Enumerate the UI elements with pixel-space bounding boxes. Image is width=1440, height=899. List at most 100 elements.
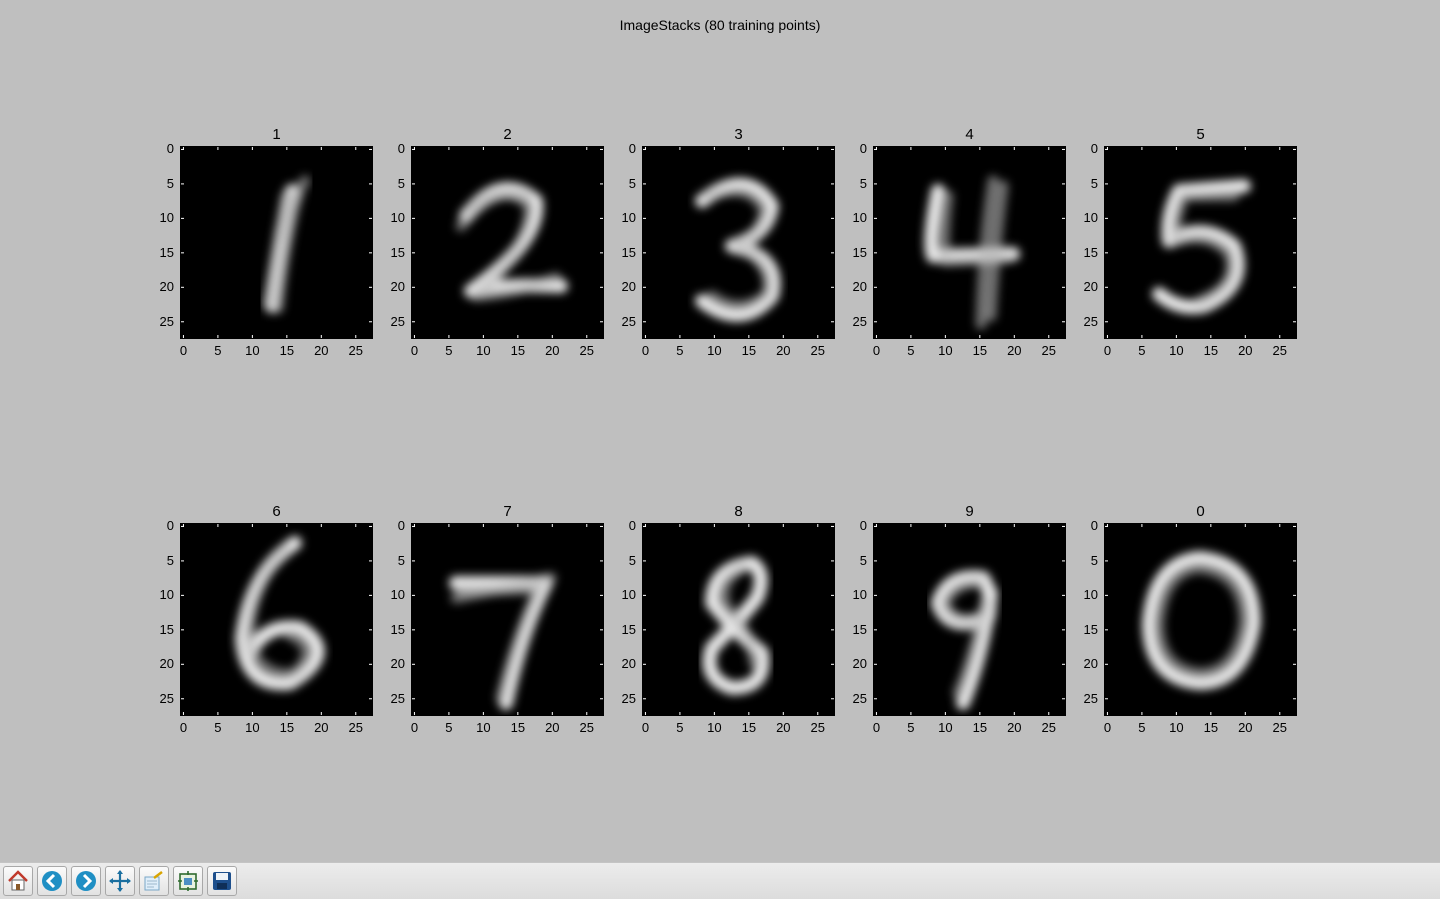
pan-button[interactable] [105,866,135,896]
y-tick-label: 20 [159,656,174,672]
x-tick-label: 0 [179,343,188,358]
subplot-digit-4: 4 0 5 10 15 20 25 0 5 10 15 20 25 [853,126,1066,358]
digit-image-0 [1104,523,1297,716]
x-tick-label: 10 [476,343,491,358]
digit-image-4 [873,146,1066,339]
subplot-digit-0: 0 0 5 10 15 20 25 0 5 10 15 20 25 [1084,503,1297,735]
subplot-title: 4 [965,126,974,143]
y-tick-label: 25 [159,313,174,329]
y-tick-label: 0 [859,518,867,534]
x-tick-label: 25 [1272,343,1287,358]
y-tick-label: 20 [852,656,867,672]
x-tick-label: 20 [1007,343,1022,358]
x-tick-label: 25 [810,343,825,358]
y-tick-label: 15 [852,621,867,637]
x-tick-label: 20 [1007,720,1022,735]
x-tick-label: 15 [972,343,988,358]
y-tick-label: 25 [852,690,867,706]
y-tick-label: 25 [621,313,636,329]
x-tick-label: 10 [1169,720,1184,735]
x-tick-label: 5 [1138,720,1146,735]
y-tick-label: 0 [397,518,405,534]
y-tick-label: 5 [859,175,867,191]
y-tick-label: 20 [621,656,636,672]
figure-title: ImageStacks (80 training points) [619,17,821,33]
x-tick-label: 15 [279,720,295,735]
y-tick-label: 15 [390,621,405,637]
x-tick-label: 5 [214,343,222,358]
x-tick-label: 25 [579,343,594,358]
y-tick-label: 10 [621,210,636,226]
subplot-digit-9: 9 0 5 10 15 20 25 0 5 10 15 20 25 [853,503,1066,735]
x-tick-label: 0 [641,720,650,735]
home-icon [8,870,28,891]
x-tick-label: 0 [179,720,188,735]
save-icon [213,872,231,890]
save-button[interactable] [207,866,237,896]
y-tick-label: 25 [852,313,867,329]
x-tick-label: 25 [810,720,825,735]
subplot-title: 9 [965,503,974,520]
y-tick-label: 10 [1083,587,1098,603]
x-tick-label: 20 [776,720,791,735]
digit-image-9 [873,523,1066,716]
y-tick-label: 0 [1090,518,1098,534]
digit-image-1 [180,146,373,339]
x-tick-label: 20 [1238,720,1253,735]
navigation-toolbar [0,862,1440,899]
x-tick-label: 25 [1041,343,1056,358]
image-background [411,146,604,339]
x-tick-label: 5 [907,720,915,735]
back-arrow-icon [42,871,62,891]
y-tick-label: 5 [628,552,636,568]
x-tick-label: 25 [579,720,594,735]
y-tick-label: 0 [628,518,636,534]
x-tick-label: 10 [707,720,722,735]
zoom-button[interactable] [139,866,169,896]
y-tick-label: 5 [166,552,174,568]
digit-image-5 [1104,146,1297,339]
x-tick-label: 0 [641,343,650,358]
x-tick-label: 0 [410,343,419,358]
home-button[interactable] [3,866,33,896]
forward-button[interactable] [71,866,101,896]
x-tick-label: 5 [907,343,915,358]
y-tick-label: 5 [1090,175,1098,191]
subplot-digit-2: 2 0 5 10 15 20 25 0 5 10 15 20 25 [391,126,604,358]
zoom-icon [144,871,163,891]
x-tick-label: 15 [510,720,526,735]
x-tick-label: 0 [872,720,881,735]
x-tick-label: 20 [545,720,560,735]
y-tick-label: 0 [397,141,405,157]
x-tick-label: 15 [741,343,757,358]
y-tick-label: 10 [621,587,636,603]
y-tick-label: 5 [1090,552,1098,568]
figure-canvas: ImageStacks (80 training points) 1 0 5 10 15… [0,0,1440,862]
subplot-title: 0 [1196,503,1205,520]
digit-image-8 [642,523,835,716]
y-tick-label: 5 [397,552,405,568]
subplot-title: 8 [734,503,743,520]
x-tick-label: 10 [245,343,260,358]
x-tick-label: 25 [1041,720,1056,735]
y-tick-label: 25 [159,690,174,706]
y-tick-label: 25 [1083,313,1098,329]
subplot-digit-1: 1 0 5 10 15 20 25 0 5 10 15 20 25 [160,126,373,358]
back-button[interactable] [37,866,67,896]
subplot-digit-8: 8 0 5 10 15 20 25 0 5 10 15 20 25 [622,503,835,735]
y-tick-label: 0 [859,141,867,157]
subplots-button[interactable] [173,866,203,896]
x-tick-label: 15 [972,720,988,735]
x-tick-label: 15 [1203,343,1219,358]
digit-image-3 [642,146,835,339]
y-tick-label: 0 [166,518,174,534]
subplot-title: 2 [503,126,512,143]
x-tick-label: 0 [1103,343,1112,358]
subplot-title: 7 [503,503,512,520]
x-tick-label: 25 [1272,720,1287,735]
y-tick-label: 20 [621,279,636,295]
x-tick-label: 20 [545,343,560,358]
subplot-title: 1 [272,126,281,143]
subplot-digit-6: 6 0 5 10 15 20 25 0 5 10 15 20 25 [160,503,373,735]
x-tick-label: 25 [348,343,363,358]
